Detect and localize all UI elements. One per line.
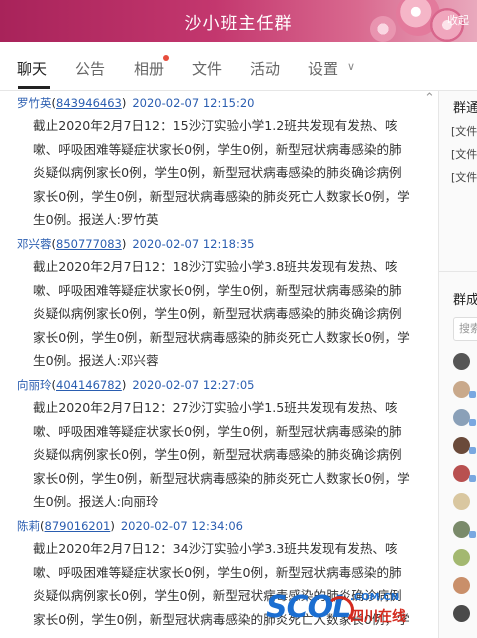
message-line: 截止2020年2月7日12：15沙汀实验小学1.2班共发现有发热、咳 (33, 118, 398, 133)
message-time: 2020-02-07 12:15:20 (132, 96, 255, 110)
sender-qq-link[interactable]: 879016201 (45, 519, 111, 533)
message-line: 家长0例，学生0例，新型冠状病毒感染的肺炎死亡人数家长0例，学 (33, 470, 410, 486)
message-body: 截止2020年2月7日12：15沙汀实验小学1.2班共发现有发热、咳 嗽、呼吸困… (33, 114, 423, 232)
sender-name[interactable]: 陈莉 (17, 519, 40, 533)
message-body: 截止2020年2月7日12：18沙汀实验小学3.8班共发现有发热、咳 嗽、呼吸困… (33, 255, 423, 373)
avatar[interactable] (453, 437, 470, 454)
sender-qq-link[interactable]: 850777083 (56, 237, 122, 251)
file-link[interactable]: [文件 (451, 146, 477, 162)
title-bar: 沙小班主任群 收起 (0, 0, 477, 42)
message-line: 家长0例，学生0例，新型冠状病毒感染的肺炎死亡人数家长0例，学 (33, 188, 410, 204)
avatar[interactable] (453, 549, 470, 566)
avatar[interactable] (453, 521, 470, 538)
sender-name[interactable]: 向丽玲 (17, 378, 52, 392)
file-link[interactable]: [文件 (451, 123, 477, 139)
window-title: 沙小班主任群 (184, 14, 293, 34)
watermark-cn-name: 四川在线 (350, 609, 406, 625)
message-header: 邓兴蓉(850777083) 2020-02-07 12:18:35 (17, 237, 255, 251)
chat-message-list[interactable]: ⌃ 罗竹英(843946463) 2020-02-07 12:15:20 截止20… (0, 91, 438, 638)
avatar[interactable] (453, 465, 470, 482)
notification-dot-icon (163, 55, 169, 61)
file-link[interactable]: [文件 (451, 169, 477, 185)
message-line: 生0例。报送人:罗竹英 (33, 212, 159, 227)
avatar[interactable] (453, 605, 470, 622)
message-line: 家长0例，学生0例，新型冠状病毒感染的肺炎死亡人数家长0例，学 (33, 329, 410, 345)
message-header: 陈莉(879016201) 2020-02-07 12:34:06 (17, 519, 243, 533)
chevron-down-icon[interactable]: ∨ (347, 60, 355, 73)
member-badge-icon (469, 531, 476, 538)
divider (439, 271, 477, 272)
active-tab-indicator (18, 86, 50, 89)
sender-qq-link[interactable]: 843946463 (56, 96, 122, 110)
announcement-heading: 群通 (453, 101, 477, 116)
tab-chat[interactable]: 聊天 (17, 58, 47, 79)
message-body: 截止2020年2月7日12：27沙汀实验小学1.5班共发现有发热、咳 嗽、呼吸困… (33, 396, 423, 514)
sender-qq-link[interactable]: 404146782 (56, 378, 122, 392)
message-time: 2020-02-07 12:34:06 (120, 519, 243, 533)
group-side-panel: 群通 [文件 [文件 [文件 群成 搜索 (438, 91, 477, 638)
message-line: 嗽、呼吸困难等疑症状家长0例，学生0例，新型冠状病毒感染的肺 (33, 423, 402, 439)
avatar[interactable] (453, 353, 470, 370)
close-icon[interactable]: ⌃ (424, 91, 435, 106)
message-line: 炎疑似病例家长0例，学生0例，新型冠状病毒感染的肺炎确诊病例 (33, 447, 402, 462)
collapse-button[interactable]: 收起 (447, 12, 469, 28)
tab-activities[interactable]: 活动 (250, 58, 280, 79)
message-line: 炎疑似病例家长0例，学生0例，新型冠状病毒感染的肺炎确诊病例 (33, 306, 402, 321)
message-line: 嗽、呼吸困难等疑症状家长0例，学生0例，新型冠状病毒感染的肺 (33, 564, 402, 580)
member-search-input[interactable]: 搜索 (453, 317, 477, 341)
message-line: 截止2020年2月7日12：34沙汀实验小学3.3班共发现有发热、咳 (33, 541, 398, 556)
tab-settings[interactable]: 设置 (308, 58, 338, 79)
message-line: 嗽、呼吸困难等疑症状家长0例，学生0例，新型冠状病毒感染的肺 (33, 141, 402, 157)
message-header: 向丽玲(404146782) 2020-02-07 12:27:05 (17, 378, 255, 392)
message-line: 截止2020年2月7日12：18沙汀实验小学3.8班共发现有发热、咳 (33, 259, 398, 274)
sender-name[interactable]: 罗竹英 (17, 96, 52, 110)
message-time: 2020-02-07 12:18:35 (132, 237, 255, 251)
scol-watermark-logo: SCOL .COM.CN 四川在线 (266, 590, 436, 630)
avatar[interactable] (453, 409, 470, 426)
message-line: 生0例。报送人:邓兴蓉 (33, 353, 159, 368)
message-line: 截止2020年2月7日12：27沙汀实验小学1.5班共发现有发热、咳 (33, 400, 398, 415)
member-badge-icon (469, 475, 476, 482)
message-time: 2020-02-07 12:27:05 (132, 378, 255, 392)
member-badge-icon (469, 391, 476, 398)
tab-bar: 聊天 公告 相册 文件 活动 设置 ∨ (0, 42, 477, 91)
message-header: 罗竹英(843946463) 2020-02-07 12:15:20 (17, 96, 255, 110)
avatar[interactable] (453, 381, 470, 398)
sender-name[interactable]: 邓兴蓉 (17, 237, 52, 251)
watermark-domain: .COM.CN (350, 592, 400, 603)
avatar[interactable] (453, 577, 470, 594)
members-heading: 群成 (453, 293, 477, 308)
message-line: 嗽、呼吸困难等疑症状家长0例，学生0例，新型冠状病毒感染的肺 (33, 282, 402, 298)
tab-announcements[interactable]: 公告 (75, 58, 105, 79)
tab-files[interactable]: 文件 (192, 58, 222, 79)
avatar[interactable] (453, 493, 470, 510)
member-badge-icon (469, 419, 476, 426)
message-line: 炎疑似病例家长0例，学生0例，新型冠状病毒感染的肺炎确诊病例 (33, 165, 402, 180)
tab-album[interactable]: 相册 (134, 58, 164, 79)
message-line: 生0例。报送人:向丽玲 (33, 494, 159, 509)
member-badge-icon (469, 447, 476, 454)
